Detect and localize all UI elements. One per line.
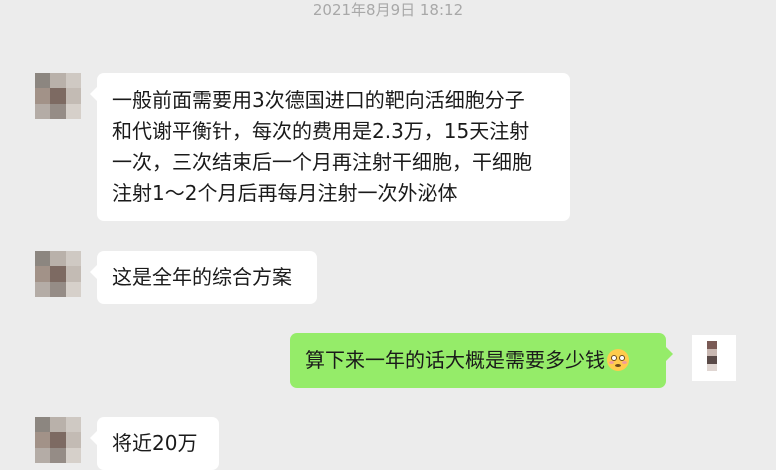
message-text-line: 一次，三次结束后一个月再注射干细胞，干细胞: [112, 150, 532, 174]
contact-avatar[interactable]: [35, 251, 81, 297]
user-avatar[interactable]: [692, 335, 736, 381]
message-text-line: 将近20万: [112, 431, 198, 455]
message-text-line: 和代谢平衡针，每次的费用是2.3万，15天注射: [112, 119, 530, 143]
message-timestamp: 2021年8月9日 18:12: [312, 1, 464, 19]
contact-avatar[interactable]: [35, 73, 81, 119]
message-text-line: 注射1～2个月后再每月注射一次外泌体: [112, 181, 458, 205]
message-text-line: 一般前面需要用3次德国进口的靶向活细胞分子: [112, 88, 525, 112]
message-bubble-incoming[interactable]: 这是全年的综合方案: [90, 251, 317, 304]
message-text-line: 这是全年的综合方案: [112, 265, 292, 289]
contact-avatar[interactable]: [35, 417, 81, 463]
message-bubble-incoming[interactable]: 将近20万: [90, 417, 219, 470]
message-bubble-incoming[interactable]: 一般前面需要用3次德国进口的靶向活细胞分子 和代谢平衡针，每次的费用是2.3万，…: [90, 73, 570, 221]
message-bubble-outgoing[interactable]: 算下来一年的话大概是需要多少钱: [290, 333, 673, 388]
message-text-line: 算下来一年的话大概是需要多少钱: [305, 345, 651, 376]
flushed-face-icon: [607, 349, 629, 371]
